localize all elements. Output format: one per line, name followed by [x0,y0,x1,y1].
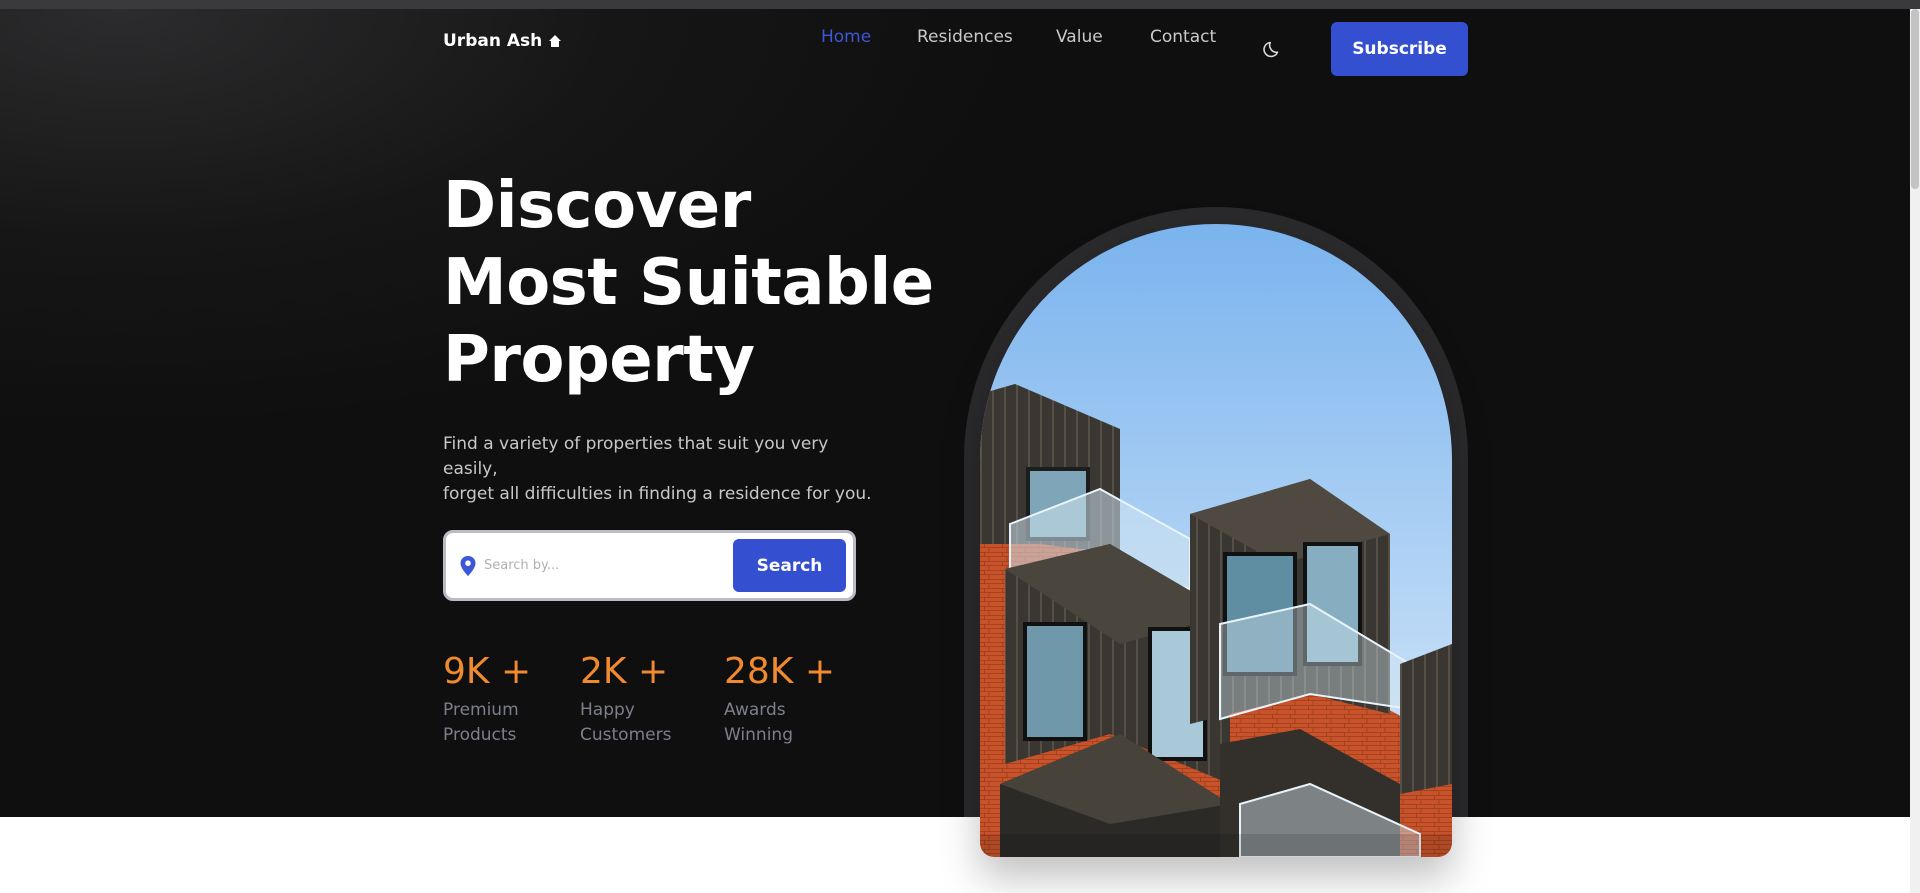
stat-value: 2K + [580,651,669,692]
hero-title-line: Most Suitable [443,246,934,320]
stat-label: Happy Customers [580,698,671,748]
hero-image [980,224,1452,857]
hero-subtitle-line: Find a variety of properties that suit y… [443,434,829,479]
stat-label-line: Products [443,725,517,745]
location-pin-icon [460,556,476,576]
building-illustration [980,224,1452,857]
subscribe-button[interactable]: Subscribe [1331,22,1468,76]
browser-top-border [0,0,1920,9]
brand-logo[interactable]: Urban Ash [443,31,562,51]
stat-label-line: Customers [580,725,672,745]
home-icon [549,35,562,47]
hero-subtitle-line: forget all difficulties in finding a res… [443,484,872,504]
stat-value: 9K + [443,651,532,692]
stat-label: Premium Products [443,698,531,748]
hero-title-line: Discover [443,169,751,243]
hero-title: Discover Most Suitable Property [443,168,934,399]
search-bar: Search [443,530,856,601]
nav-link-value[interactable]: Value [1056,27,1103,47]
page-scrollbar[interactable] [1910,9,1920,893]
stat-label-line: Premium [443,700,519,720]
stat-premium-products: 9K + Premium Products [443,650,531,748]
scrollbar-thumb[interactable] [1911,9,1919,189]
nav-link-residences[interactable]: Residences [917,27,1013,47]
stat-label-line: Happy [580,700,635,720]
stat-awards-winning: 28K + Awards Winning [724,650,835,748]
stat-label: Awards Winning [724,698,835,748]
search-button[interactable]: Search [733,539,846,592]
stat-value: 28K + [724,651,836,692]
stat-label-line: Winning [724,725,793,745]
hero-subtitle: Find a variety of properties that suit y… [443,432,883,507]
hero-section [0,9,1910,817]
nav-link-contact[interactable]: Contact [1150,27,1216,47]
stat-happy-customers: 2K + Happy Customers [580,650,671,748]
moon-icon[interactable] [1263,39,1283,59]
stat-label-line: Awards [724,700,786,720]
search-input[interactable] [484,547,724,583]
brand-name: Urban Ash [443,31,543,51]
nav-link-home[interactable]: Home [821,27,871,47]
hero-title-line: Property [443,323,755,397]
